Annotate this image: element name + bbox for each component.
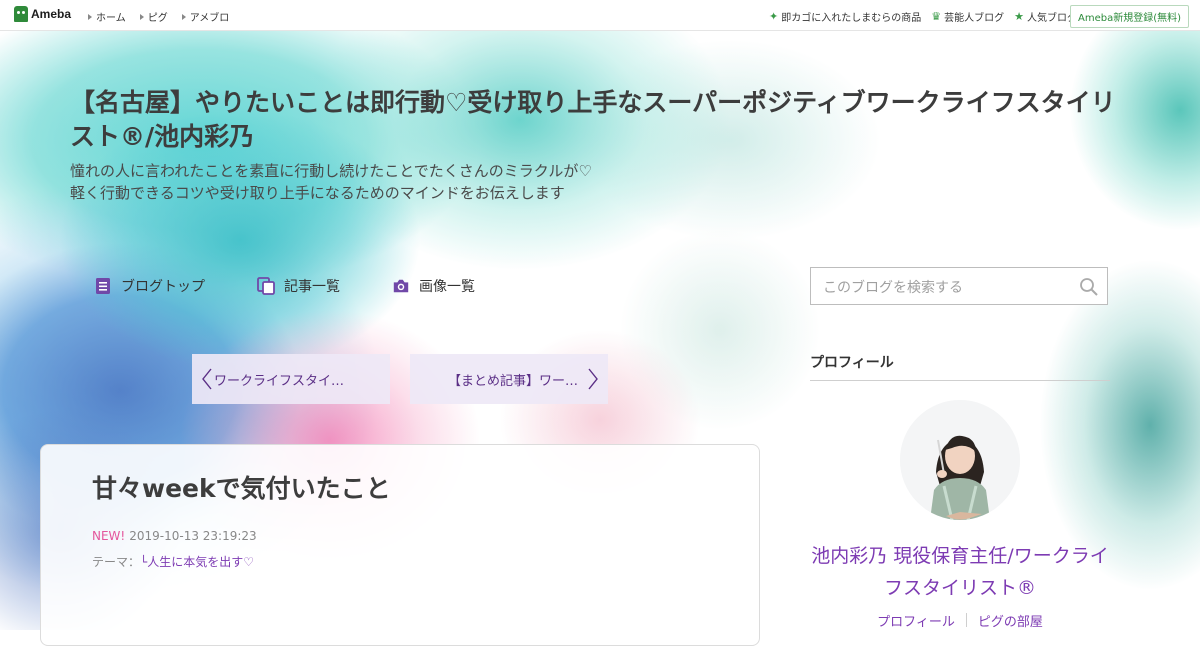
blog-top-link[interactable]: ブログトップ — [94, 276, 205, 296]
triangle-right-icon — [139, 13, 144, 20]
nav-pigg-label: ピグ — [147, 13, 168, 24]
global-nav: ホーム ピグ アメブロ — [88, 9, 229, 24]
blog-description-line: 軽く行動できるコツや受け取り上手になるためのマインドをお伝えします — [70, 184, 565, 202]
search-icon[interactable] — [1079, 277, 1099, 297]
document-icon — [94, 277, 112, 295]
profile-heading: プロフィール — [810, 352, 1110, 381]
profile-links: プロフィール ピグの部屋 — [810, 611, 1110, 630]
blog-top-label: ブログトップ — [121, 279, 205, 295]
new-badge: NEW! — [92, 529, 126, 543]
signup-button[interactable]: Ameba新規登録(無料) — [1069, 5, 1189, 28]
profile-photo — [900, 400, 1020, 520]
pigg-room-link[interactable]: ピグの部屋 — [967, 611, 1054, 630]
article-meta: NEW! 2019-10-13 23:19:23 — [92, 529, 257, 543]
article-date: 2019-10-13 23:19:23 — [129, 529, 257, 543]
article-card: 甘々weekで気付いたこと NEW! 2019-10-13 23:19:23 テー… — [40, 444, 760, 646]
blog-title[interactable]: 【名古屋】やりたいことは即行動♡受け取り上手なスーパーポジティブワークライフスタ… — [70, 86, 1120, 154]
next-entry-link[interactable]: 【まとめ記事】ワー… — [410, 354, 608, 404]
celebrity-blog-label: 芸能人ブログ — [944, 13, 1005, 24]
previous-entry-title: ワークライフスタイ… — [214, 373, 345, 389]
entry-list-link[interactable]: 記事一覧 — [257, 276, 340, 296]
crown-icon: ♛ — [931, 10, 942, 23]
blog-description-line: 憧れの人に言われたことを素直に行動し続けたことでたくさんのミラクルが♡ — [70, 162, 592, 180]
star-icon: ★ — [1014, 10, 1024, 23]
celebrity-blog-link[interactable]: ♛ 芸能人ブログ — [931, 9, 1004, 24]
profile-link[interactable]: プロフィール — [866, 611, 966, 630]
triangle-right-icon — [88, 13, 92, 20]
copy-icon — [257, 277, 275, 295]
image-list-label: 画像一覧 — [419, 279, 475, 295]
next-entry-title: 【まとめ記事】ワー… — [447, 373, 578, 389]
blog-search-box — [810, 267, 1108, 305]
previous-entry-link[interactable]: ワークライフスタイ… — [192, 354, 390, 404]
chevron-right-icon — [588, 368, 598, 390]
entry-list-label: 記事一覧 — [284, 279, 340, 295]
ameba-logo-icon — [14, 6, 28, 22]
camera-icon — [392, 277, 410, 295]
blog-search-input[interactable] — [821, 277, 1075, 299]
nav-ameblo-link[interactable]: アメブロ — [181, 9, 230, 24]
ameba-logo[interactable]: Ameba — [14, 6, 71, 22]
header-right-links: ✦ 即カゴに入れたしまむらの商品 ♛ 芸能人ブログ ★ 人気ブログ — [769, 9, 1077, 24]
popular-blog-link[interactable]: ★ 人気ブログ — [1014, 9, 1077, 24]
ameba-logo-text: Ameba — [31, 7, 72, 21]
blog-nav: ブログトップ 記事一覧 画像一覧 — [94, 276, 527, 296]
profile-name[interactable]: 池内彩乃 現役保育主任/ワークライフスタイリスト® — [810, 540, 1110, 604]
triangle-right-icon — [181, 13, 186, 20]
nav-ameblo-label: アメブロ — [189, 13, 230, 24]
nav-pigg-link[interactable]: ピグ — [139, 9, 168, 24]
global-header: Ameba ホーム ピグ アメブロ ✦ 即カゴに入れたしまむらの商品 ♛ 芸能人ブロ… — [0, 0, 1200, 31]
sparkle-icon: ✦ — [769, 10, 779, 23]
theme-label: テーマ： — [92, 555, 141, 569]
trending-topic-link[interactable]: ✦ 即カゴに入れたしまむらの商品 — [769, 9, 921, 24]
image-list-link[interactable]: 画像一覧 — [392, 276, 475, 296]
article-theme: テーマ：└人生に本気を出す♡ — [92, 553, 254, 570]
profile-avatar[interactable] — [900, 400, 1020, 520]
nav-home-label: ホーム — [96, 13, 126, 24]
theme-link[interactable]: └人生に本気を出す♡ — [140, 555, 254, 569]
article-title[interactable]: 甘々weekで気付いたこと — [92, 469, 391, 505]
blog-description: 憧れの人に言われたことを素直に行動し続けたことでたくさんのミラクルが♡ 軽く行動… — [70, 160, 770, 204]
trending-topic-label: 即カゴに入れたしまむらの商品 — [781, 13, 922, 24]
nav-home-link[interactable]: ホーム — [88, 9, 126, 24]
